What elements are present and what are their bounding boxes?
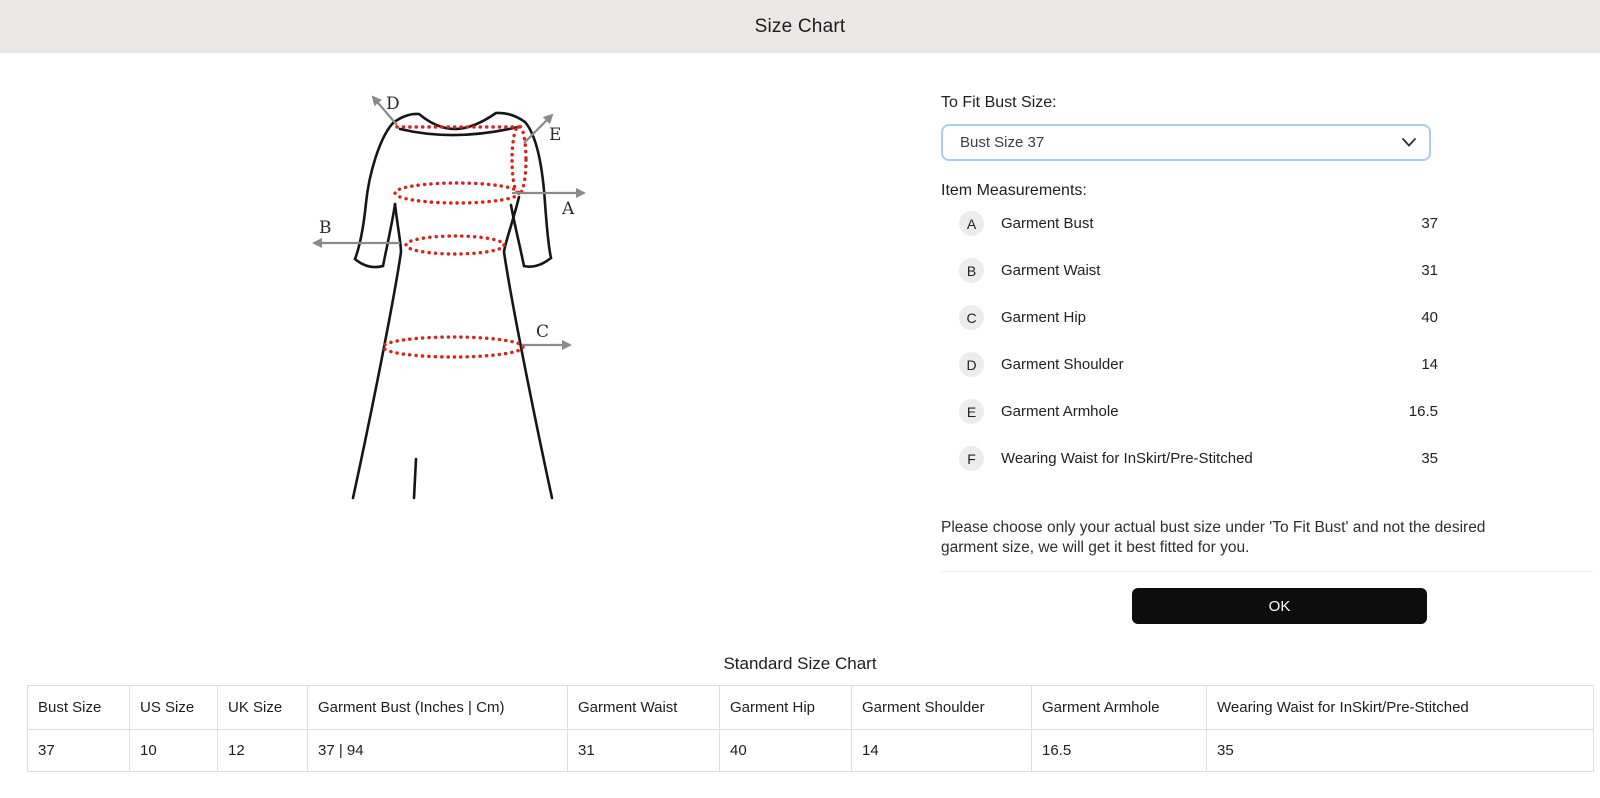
- size-chart-page: Size Chart D E A B C To Fit Bust Size: B…: [0, 0, 1600, 772]
- fit-panel: To Fit Bust Size: Bust Size 37 Item Meas…: [941, 85, 1593, 624]
- measurement-value: 37: [1421, 215, 1438, 232]
- cell-us-size: 10: [129, 729, 218, 772]
- column-header: Garment Bust (Inches | Cm): [307, 685, 568, 730]
- measurement-row: D Garment Shoulder 14: [941, 341, 1438, 388]
- measurement-badge: D: [959, 352, 984, 377]
- cell-garment-bust: 37 | 94: [307, 729, 568, 772]
- measurement-label: Garment Armhole: [1001, 403, 1119, 420]
- column-header: Wearing Waist for InSkirt/Pre-Stitched: [1206, 685, 1594, 730]
- measurement-value: 14: [1421, 356, 1438, 373]
- cell-bust-size: 37: [27, 729, 130, 772]
- measurement-label: Wearing Waist for InSkirt/Pre-Stitched: [1001, 450, 1253, 467]
- main-content: D E A B C To Fit Bust Size: Bust Size 37: [0, 53, 1600, 624]
- hip-dotted-ellipse: [381, 335, 525, 359]
- measurement-list: A Garment Bust 37 B Garment Waist 31 C G…: [941, 200, 1438, 482]
- cell-garment-shoulder: 14: [851, 729, 1032, 772]
- bust-size-select[interactable]: Bust Size 37: [941, 124, 1431, 161]
- measurement-row: A Garment Bust 37: [941, 200, 1438, 247]
- label-a: A: [561, 199, 575, 219]
- cell-garment-hip: 40: [719, 729, 852, 772]
- fit-note: Please choose only your actual bust size…: [941, 519, 1486, 556]
- size-chart-header-row: Bust Size US Size UK Size Garment Bust (…: [27, 685, 1594, 730]
- label-d: D: [386, 94, 400, 114]
- column-header: Garment Hip: [719, 685, 852, 730]
- measurement-label: Garment Shoulder: [1001, 356, 1124, 373]
- measurement-row: B Garment Waist 31: [941, 247, 1438, 294]
- measurement-value: 40: [1421, 309, 1438, 326]
- bust-dotted-ellipse: [393, 181, 521, 205]
- divider: [941, 571, 1593, 572]
- measurement-badge: F: [959, 446, 984, 471]
- label-b: B: [319, 218, 332, 238]
- item-measurements-heading: Item Measurements:: [941, 182, 1087, 199]
- cell-wearing-waist: 35: [1206, 729, 1594, 772]
- cell-uk-size: 12: [217, 729, 308, 772]
- label-c: C: [536, 322, 549, 342]
- column-header: US Size: [129, 685, 218, 730]
- measurement-value: 16.5: [1408, 403, 1438, 420]
- cell-garment-armhole: 16.5: [1031, 729, 1207, 772]
- column-header: Garment Shoulder: [851, 685, 1032, 730]
- chevron-down-icon: [1402, 138, 1416, 147]
- measurement-value: 35: [1421, 450, 1438, 467]
- to-fit-bust-label: To Fit Bust Size:: [941, 94, 1057, 111]
- measurement-row: F Wearing Waist for InSkirt/Pre-Stitched…: [941, 435, 1438, 482]
- measurement-badge: C: [959, 305, 984, 330]
- ok-button[interactable]: OK: [1132, 588, 1427, 624]
- header-bar: Size Chart: [0, 0, 1600, 53]
- cell-garment-waist: 31: [567, 729, 720, 772]
- column-header: Garment Waist: [567, 685, 720, 730]
- measurement-arrows: D E A B C: [312, 94, 586, 350]
- page-title: Size Chart: [754, 15, 846, 37]
- bust-size-selected-value: Bust Size 37: [960, 134, 1045, 151]
- measurement-label: Garment Waist: [1001, 262, 1101, 279]
- column-header: Garment Armhole: [1031, 685, 1207, 730]
- dress-measurement-diagram: D E A B C: [300, 85, 600, 624]
- measurement-marks: [381, 124, 528, 359]
- column-header: UK Size: [217, 685, 308, 730]
- measurement-row: C Garment Hip 40: [941, 294, 1438, 341]
- column-header: Bust Size: [27, 685, 130, 730]
- waist-dotted-ellipse: [404, 234, 506, 256]
- size-chart-table: Bust Size US Size UK Size Garment Bust (…: [27, 685, 1594, 772]
- dress-outline: [351, 111, 554, 500]
- size-chart-data-row: 37 10 12 37 | 94 31 40 14 16.5 35: [27, 729, 1594, 772]
- label-e: E: [549, 125, 561, 145]
- measurement-badge: A: [959, 211, 984, 236]
- arrow-e: [523, 113, 554, 144]
- measurement-row: E Garment Armhole 16.5: [941, 388, 1438, 435]
- size-chart-title: Standard Size Chart: [723, 654, 877, 673]
- measurement-label: Garment Bust: [1001, 215, 1094, 232]
- dress-diagram-svg: D E A B C: [312, 94, 586, 500]
- armhole-dotted-loop: [510, 124, 528, 196]
- measurement-label: Garment Hip: [1001, 309, 1087, 326]
- measurement-badge: B: [959, 258, 984, 283]
- measurement-badge: E: [959, 399, 984, 424]
- measurement-value: 31: [1421, 262, 1438, 279]
